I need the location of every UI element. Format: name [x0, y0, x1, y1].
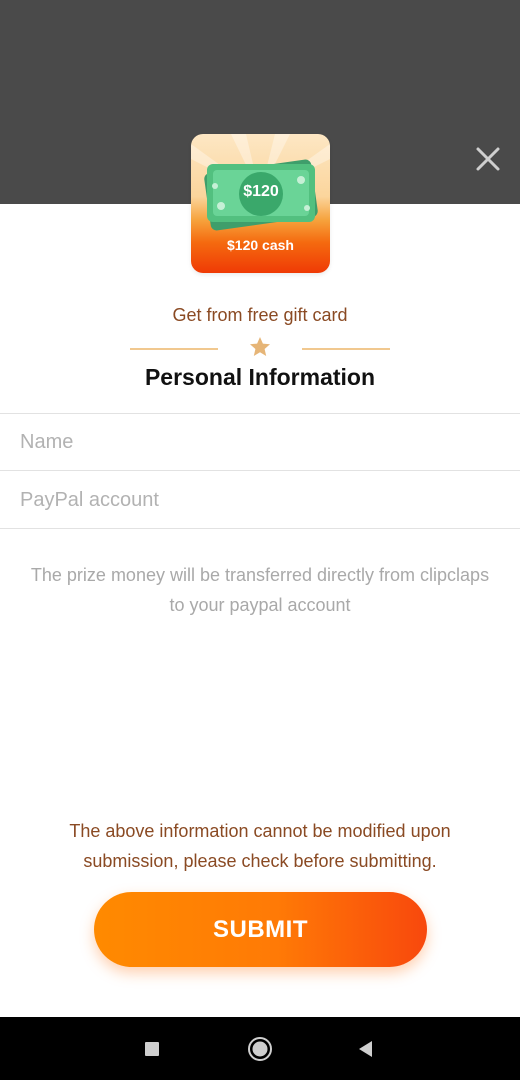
recent-apps-icon	[145, 1042, 159, 1056]
paypal-account-field[interactable]	[20, 480, 500, 520]
system-nav-bar	[0, 1017, 520, 1080]
back-icon	[359, 1041, 372, 1057]
divider-name	[0, 470, 520, 471]
prize-card: $120 $120 cash	[191, 134, 330, 273]
divider-top	[0, 413, 520, 414]
page-title: Personal Information	[144, 364, 376, 390]
name-field[interactable]	[20, 422, 500, 462]
close-button[interactable]	[470, 141, 506, 177]
subtitle: Get from free gift card	[172, 305, 348, 325]
bill-amount: $120	[243, 183, 279, 200]
submit-button[interactable]: SUBMIT	[94, 892, 427, 967]
transfer-note: The prize money will be transferred dire…	[30, 565, 490, 615]
divider-right	[302, 348, 390, 350]
recent-apps-button[interactable]	[134, 1031, 170, 1067]
divider-left	[130, 348, 218, 350]
star-icon	[250, 337, 270, 356]
divider-paypal	[0, 528, 520, 529]
cash-label: $120 cash	[227, 237, 294, 253]
back-button[interactable]	[348, 1031, 384, 1067]
home-icon	[248, 1037, 272, 1061]
close-icon	[476, 147, 500, 171]
warning-text: The above information cannot be modified…	[69, 821, 451, 871]
home-button[interactable]	[242, 1031, 278, 1067]
